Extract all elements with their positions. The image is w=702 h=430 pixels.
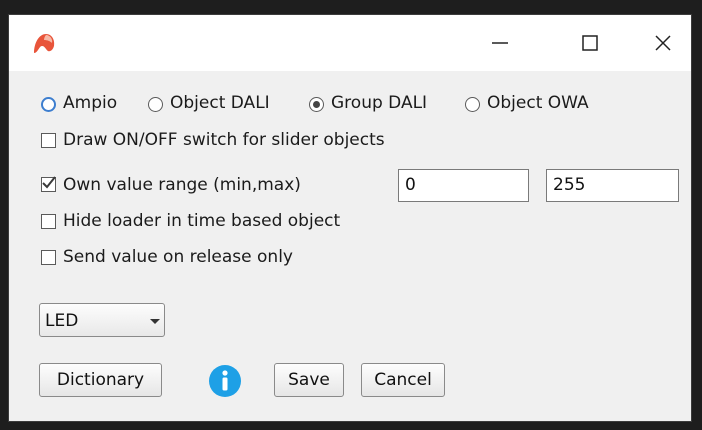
maximize-icon [582, 35, 598, 51]
radio-ampio[interactable] [41, 97, 56, 112]
hide-loader-label: Hide loader in time based object [63, 211, 341, 231]
close-button[interactable] [635, 15, 691, 71]
info-icon[interactable] [208, 364, 242, 398]
save-button[interactable]: Save [274, 363, 344, 397]
ampio-logo-icon [34, 34, 55, 53]
type-select-value: LED [45, 311, 79, 331]
radio-object-owa-label: Object OWA [487, 93, 589, 113]
cancel-button[interactable]: Cancel [361, 363, 445, 397]
own-range-label: Own value range (min,max) [63, 175, 301, 195]
minimize-icon [492, 42, 508, 44]
radio-object-owa[interactable] [465, 97, 480, 112]
send-on-release-checkbox[interactable] [41, 250, 56, 265]
dialog-content: Ampio Object DALI Group DALI Object OWA … [9, 71, 691, 421]
range-max-input[interactable]: 255 [546, 169, 679, 202]
minimize-button[interactable] [472, 15, 528, 71]
radio-ampio-label: Ampio [63, 93, 118, 113]
dictionary-button[interactable]: Dictionary [39, 363, 162, 397]
chevron-down-icon [150, 319, 160, 324]
checkmark-icon [42, 176, 56, 189]
range-min-input[interactable]: 0 [398, 169, 529, 202]
type-select[interactable]: LED [39, 303, 165, 337]
send-on-release-label: Send value on release only [63, 247, 293, 267]
title-bar [9, 15, 691, 71]
draw-switch-label: Draw ON/OFF switch for slider objects [63, 130, 385, 150]
radio-object-dali[interactable] [148, 97, 163, 112]
hide-loader-checkbox[interactable] [41, 214, 56, 229]
draw-switch-checkbox[interactable] [41, 133, 56, 148]
maximize-button[interactable] [562, 15, 618, 71]
radio-group-dali-label: Group DALI [331, 93, 428, 113]
dialog-window: Ampio Object DALI Group DALI Object OWA … [8, 14, 692, 422]
radio-object-dali-label: Object DALI [170, 93, 270, 113]
radio-group-dali[interactable] [309, 97, 324, 112]
own-range-checkbox[interactable] [41, 176, 56, 192]
close-icon [655, 35, 671, 51]
